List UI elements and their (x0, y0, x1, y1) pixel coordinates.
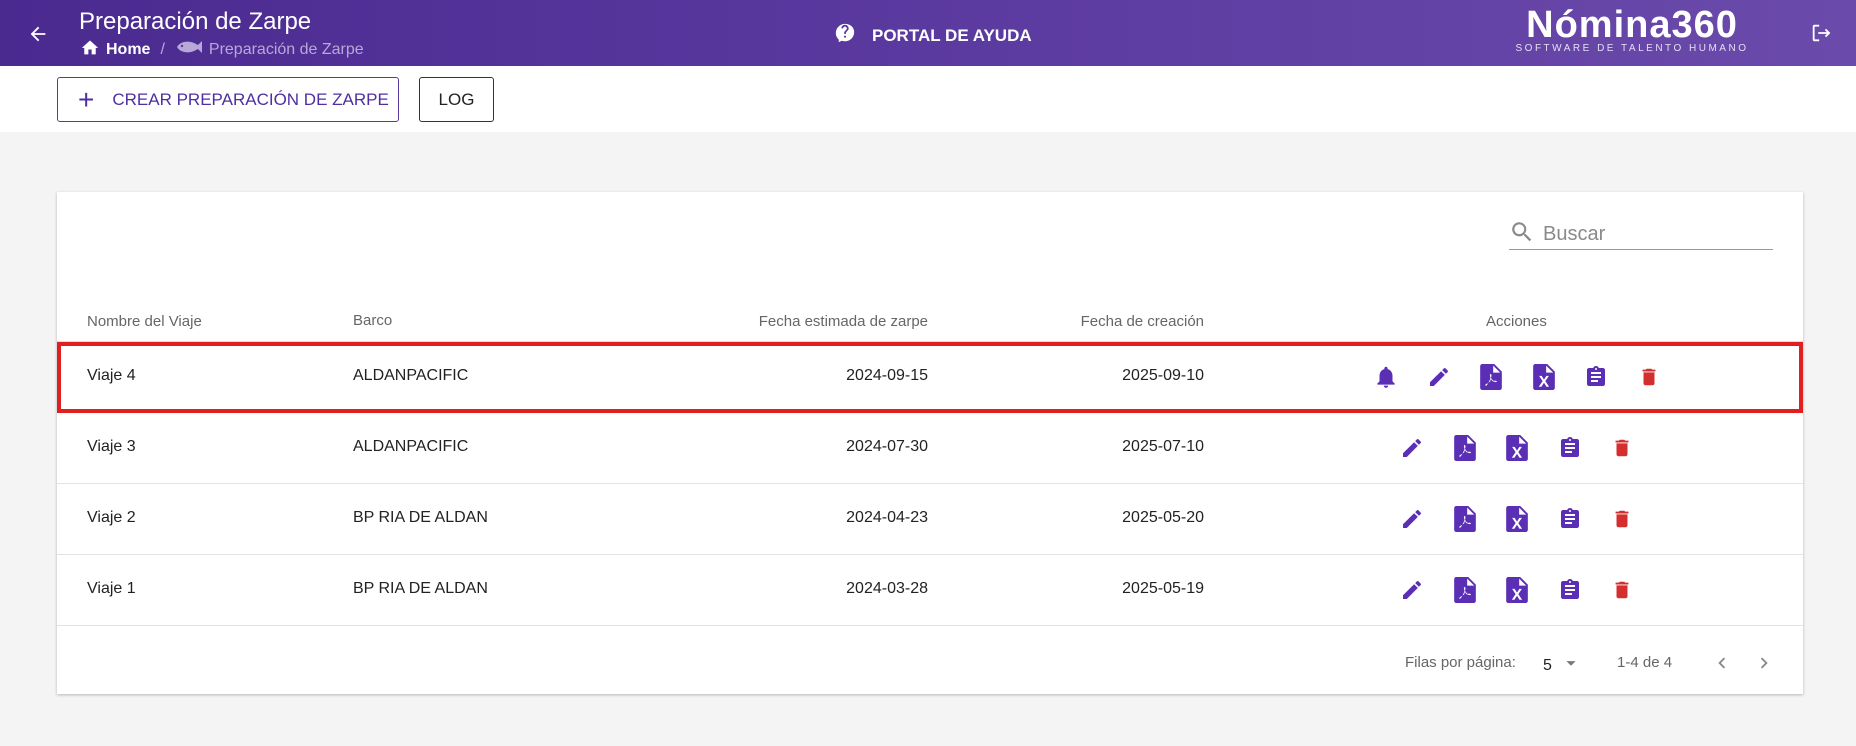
clipboard-icon[interactable] (1570, 359, 1623, 395)
logout-icon[interactable] (1806, 18, 1836, 48)
estimated-date-cell: 2024-09-15 (846, 367, 928, 384)
breadcrumb-home[interactable]: Home (106, 41, 150, 59)
trip-name-cell: Viaje 1 (87, 580, 136, 597)
ship-cell: BP RIA DE ALDAN (353, 580, 488, 597)
edit-icon[interactable] (1386, 430, 1439, 466)
breadcrumb-separator: / (160, 40, 165, 58)
table-row[interactable]: Viaje 2 BP RIA DE ALDAN 2024-04-23 2025-05-… (57, 484, 1803, 555)
column-header-estimated-date[interactable]: Fecha estimada de zarpe (759, 313, 928, 330)
table-header: Nombre del Viaje Barco Fecha estimada de… (57, 300, 1803, 342)
table-row[interactable]: Viaje 3 ALDANPACIFIC 2024-07-30 2025-07-10 (57, 413, 1803, 484)
create-preparation-button[interactable]: + CREAR PREPARACIÓN DE ZARPE (57, 77, 399, 122)
column-header-trip-name[interactable]: Nombre del Viaje (87, 313, 202, 330)
brand-logo: Nómina360 SOFTWARE DE TALENTO HUMANO (1512, 4, 1752, 54)
delete-icon[interactable] (1596, 430, 1649, 466)
delete-icon[interactable] (1596, 572, 1649, 608)
excel-icon[interactable] (1491, 501, 1544, 537)
create-preparation-label: CREAR PREPARACIÓN DE ZARPE (112, 89, 389, 109)
pdf-icon[interactable] (1439, 501, 1492, 537)
ship-cell: BP RIA DE ALDAN (353, 509, 488, 526)
creation-date-cell: 2025-07-10 (1122, 438, 1204, 455)
app-header: Preparación de Zarpe Home / Preparación … (0, 0, 1856, 66)
help-portal-link[interactable]: PORTAL DE AYUDA (834, 22, 1032, 49)
row-actions (1386, 501, 1649, 537)
ship-cell: ALDANPACIFIC (353, 367, 469, 384)
breadcrumb-current: Preparación de Zarpe (208, 40, 364, 58)
row-actions (1386, 430, 1649, 466)
row-actions (1360, 359, 1675, 395)
row-actions (1386, 572, 1649, 608)
column-header-ship[interactable]: Barco (353, 312, 392, 329)
brand-name: Nómina360 (1526, 4, 1738, 46)
trip-name-cell: Viaje 3 (87, 438, 136, 455)
help-icon (834, 22, 856, 49)
column-header-creation-date[interactable]: Fecha de creación (1081, 313, 1204, 330)
clipboard-icon[interactable] (1544, 572, 1597, 608)
trip-name-cell: Viaje 4 (87, 367, 136, 384)
delete-icon[interactable] (1596, 501, 1649, 537)
pdf-icon[interactable] (1439, 572, 1492, 608)
creation-date-cell: 2025-05-19 (1122, 580, 1204, 597)
clipboard-icon[interactable] (1544, 430, 1597, 466)
table-row[interactable]: Viaje 4 ALDANPACIFIC 2024-09-15 2025-09-10 (57, 342, 1803, 413)
table-pagination: Filas por página: 5 1-4 de 4 (57, 634, 1803, 694)
excel-icon[interactable] (1491, 572, 1544, 608)
chevron-left-icon[interactable] (1707, 648, 1737, 678)
plus-icon: + (78, 83, 95, 115)
ship-cell: ALDANPACIFIC (353, 438, 469, 455)
breadcrumb: Home / Preparación de Zarpe (80, 38, 364, 61)
creation-date-cell: 2025-09-10 (1122, 367, 1204, 384)
column-header-actions: Acciones (1486, 313, 1547, 330)
toolbar: + CREAR PREPARACIÓN DE ZARPE LOG (0, 66, 1856, 132)
delete-icon[interactable] (1623, 359, 1676, 395)
estimated-date-cell: 2024-07-30 (846, 438, 928, 455)
brand-tagline: SOFTWARE DE TALENTO HUMANO (1515, 43, 1749, 54)
search-input[interactable] (1543, 223, 1763, 246)
table-row[interactable]: Viaje 1 BP RIA DE ALDAN 2024-03-28 2025-05-… (57, 555, 1803, 626)
edit-icon[interactable] (1413, 359, 1466, 395)
data-table-card: Nombre del Viaje Barco Fecha estimada de… (57, 192, 1803, 694)
fish-icon (175, 39, 203, 60)
estimated-date-cell: 2024-04-23 (846, 509, 928, 526)
pdf-icon[interactable] (1465, 359, 1518, 395)
rows-per-page-select[interactable]: 5 (1543, 652, 1582, 679)
edit-icon[interactable] (1386, 501, 1439, 537)
clipboard-icon[interactable] (1544, 501, 1597, 537)
page-title: Preparación de Zarpe (79, 8, 312, 35)
rows-per-page-label: Filas por página: (1405, 654, 1516, 671)
excel-icon[interactable] (1491, 430, 1544, 466)
search-box[interactable] (1509, 220, 1773, 250)
edit-icon[interactable] (1386, 572, 1439, 608)
rows-per-page-value: 5 (1543, 656, 1552, 674)
excel-icon[interactable] (1518, 359, 1571, 395)
trip-name-cell: Viaje 2 (87, 509, 136, 526)
back-arrow-icon[interactable] (22, 18, 54, 50)
pagination-range: 1-4 de 4 (1617, 654, 1673, 671)
chevron-right-icon[interactable] (1749, 648, 1779, 678)
dropdown-icon (1560, 652, 1582, 679)
pdf-icon[interactable] (1439, 430, 1492, 466)
help-portal-label: PORTAL DE AYUDA (872, 25, 1032, 45)
log-button[interactable]: LOG (419, 77, 494, 122)
estimated-date-cell: 2024-03-28 (846, 580, 928, 597)
search-icon (1509, 219, 1535, 250)
creation-date-cell: 2025-05-20 (1122, 509, 1204, 526)
home-icon[interactable] (80, 38, 100, 61)
bell-icon[interactable] (1360, 359, 1413, 395)
